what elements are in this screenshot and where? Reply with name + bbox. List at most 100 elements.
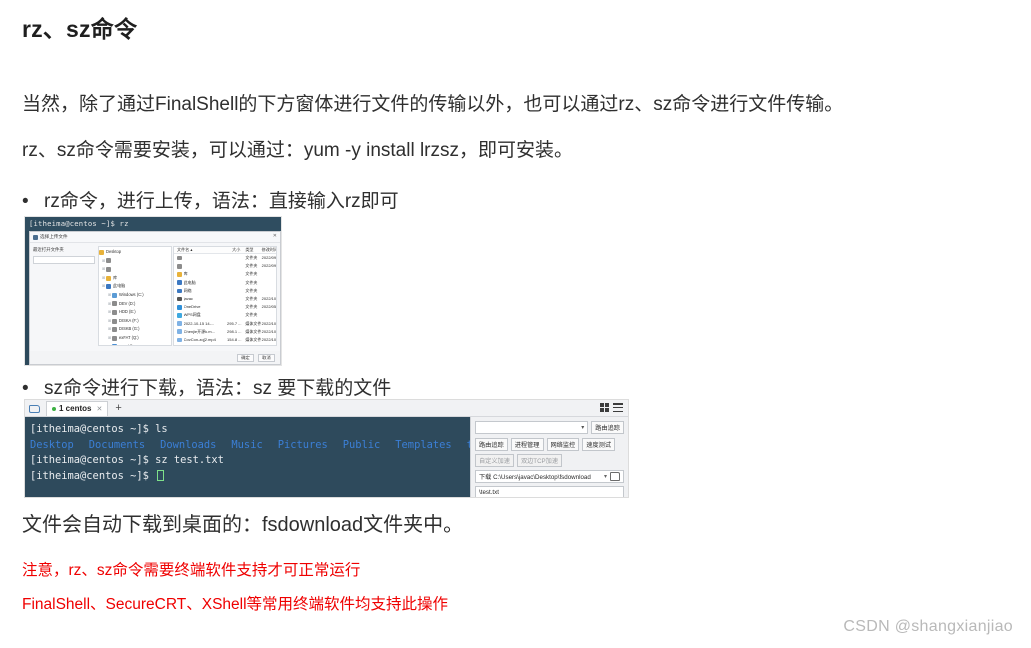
cancel-button[interactable]: 取消 xyxy=(258,353,275,362)
tab-centos[interactable]: 1 centos ✕ xyxy=(46,400,109,416)
table-row[interactable]: 文件夹2022/09/2 xyxy=(174,254,276,262)
directory-entry: te xyxy=(467,439,470,451)
tree-item[interactable]: ⊞ Windows (C:) xyxy=(99,291,171,300)
tree-item[interactable]: ⊞ 库 xyxy=(99,274,171,283)
tree-item-label: 3D 对象 xyxy=(119,343,134,345)
table-row[interactable]: CovCon-zq[2.mp4 154.8 ...媒体文件...2022/10/1 xyxy=(174,336,276,344)
tree-item-label: HDD (E:) xyxy=(119,309,136,315)
route-add-button[interactable]: 路由追踪 xyxy=(591,421,624,434)
window-icon xyxy=(33,234,38,240)
terminal-output[interactable]: [itheima@centos ~]$ ls Desktop Documents D… xyxy=(25,417,470,497)
cell-type: 文件夹 xyxy=(245,279,258,285)
file-icon xyxy=(177,304,182,310)
directory-entry: Pictures xyxy=(277,438,328,451)
bullet-marker-icon: • xyxy=(22,191,29,212)
cell-type: 文件夹 xyxy=(245,263,258,269)
tree-item-label: 库 xyxy=(113,274,118,280)
tree-item[interactable]: ⊞ exFAT (Q:) xyxy=(99,334,171,343)
table-row[interactable]: 2022-10-15 14-... 295.7 ...媒体文件...2022/10… xyxy=(174,320,276,328)
tree-item[interactable]: ⊞ HDD (E:) xyxy=(99,308,171,317)
file-name-label: javac xyxy=(183,295,193,301)
cell-date: 2022/09/2 xyxy=(261,255,276,260)
file-name-label: 此电脑 xyxy=(183,279,196,285)
cell-name: javac xyxy=(174,295,227,303)
file-icon xyxy=(177,321,182,326)
file-icon xyxy=(177,337,182,343)
cell-type: 媒体文件... xyxy=(245,328,260,334)
terminal-cursor xyxy=(157,469,165,481)
route-combo[interactable]: ▾ xyxy=(475,421,589,434)
cell-name: OneDrive xyxy=(174,303,227,311)
sidebar-button-row-1: 路由追踪 进程管理 网络监控 速度测试 xyxy=(475,438,624,451)
file-icon xyxy=(177,255,182,261)
sidebar-button[interactable]: 速度测试 xyxy=(582,438,615,451)
cell-type: 文件夹 xyxy=(245,271,258,277)
table-row[interactable]: 文件夹2022/09/2 xyxy=(174,262,276,270)
tab-label: 1 centos xyxy=(59,404,92,413)
column-header-size[interactable]: 大小 xyxy=(227,247,243,253)
cell-name: 此电脑 xyxy=(174,279,227,287)
tree-item[interactable]: ⊞ DEV (D:) xyxy=(99,300,171,309)
table-row[interactable]: WPS办公软件.lnk 1.8 KB 2022/05/1 xyxy=(174,344,276,345)
download-path-row[interactable]: 下载 C:\Users\javac\Desktop\fsdownload ▾ xyxy=(475,470,624,483)
folder-tree[interactable]: Desktop ⊞ ⊞ ⊞ 库 ⊞ 此电脑 ⊞ Windows (C:) ⊞ DEV (D:) ⊞ H… xyxy=(98,246,172,346)
file-list-panel: 文件名 ▴ 大小 类型 修改时间 文件夹2022/09/2文件夹2022/09/… xyxy=(173,246,277,346)
cell-size: 154.8 ... xyxy=(227,336,242,342)
tree-root-item[interactable]: Desktop xyxy=(99,248,171,257)
note-line-1: 注意，rz、sz命令需要终端软件支持才可正常运行 xyxy=(22,562,361,579)
file-name-label: OneDrive xyxy=(183,304,201,310)
screenshot-finalshell-terminal: 1 centos ✕ + [itheima@centos ~]$ ls Desk… xyxy=(24,399,629,498)
table-row[interactable]: Chenjie开源k.m... 298.1 ...媒体文件...2022/10/1 xyxy=(174,328,276,336)
sidebar-button[interactable]: 自定义加速 xyxy=(475,454,514,467)
table-row[interactable]: 此电脑 文件夹 xyxy=(174,279,276,287)
tree-item[interactable]: ⊞ xyxy=(99,257,171,266)
chevron-down-icon[interactable]: ▾ xyxy=(604,473,607,480)
cell-date: 2022/10/1 xyxy=(261,320,276,326)
folder-icon xyxy=(112,327,117,333)
cell-date: 2022/09/2 xyxy=(261,263,276,269)
ok-button[interactable]: 确定 xyxy=(237,353,254,362)
close-icon[interactable]: ✕ xyxy=(96,405,102,413)
column-header-type[interactable]: 类型 xyxy=(243,247,260,253)
view-toggle-group xyxy=(600,403,623,412)
file-rows: 文件夹2022/09/2文件夹2022/09/2库文件夹此电脑文件夹网络文件夹j… xyxy=(174,254,276,345)
folder-icon[interactable] xyxy=(610,472,620,481)
file-name-label: WPS办公软件.lnk xyxy=(184,344,215,345)
chevron-down-icon: ▾ xyxy=(581,425,585,431)
cell-type: 文件夹 xyxy=(245,287,258,293)
tree-item[interactable]: ⊞ DISKB (G:) xyxy=(99,325,171,334)
page-title: rz、sz命令 xyxy=(22,16,138,42)
tree-item[interactable]: ⊞ xyxy=(99,265,171,274)
dialog-body: 最近打开文件夹 Desktop ⊞ ⊞ ⊞ 库 ⊞ 此电脑 ⊞ Windows (C:) ⊞ DE… xyxy=(30,243,280,351)
cell-name: Chenjie开源k.m... xyxy=(174,328,227,336)
recent-folders-input[interactable] xyxy=(33,256,95,264)
tree-item[interactable]: ⊞ 此电脑 xyxy=(99,282,171,291)
list-view-icon[interactable] xyxy=(613,403,623,412)
cell-type: 文件夹 xyxy=(245,295,258,301)
sidebar-button[interactable]: 网络监控 xyxy=(546,438,580,451)
close-icon[interactable]: ✕ xyxy=(273,234,277,239)
table-row[interactable]: 库 文件夹 xyxy=(174,270,276,278)
table-row[interactable]: javac 文件夹2022/10/1 xyxy=(174,295,276,303)
file-icon xyxy=(177,313,182,318)
file-name-label: 2022-10-15 14-... xyxy=(183,320,215,326)
column-header-name[interactable]: 文件名 ▴ xyxy=(174,247,227,253)
file-name-label: CovCon-zq[2.mp4 xyxy=(183,336,216,342)
folder-icon xyxy=(112,335,117,341)
cell-type: 媒体文件... xyxy=(245,320,260,326)
tree-item[interactable]: ⊞3D 对象 xyxy=(99,343,171,345)
new-tab-button[interactable]: + xyxy=(115,402,121,414)
column-header-date[interactable]: 修改时间 xyxy=(261,247,276,253)
folder-icon[interactable] xyxy=(29,403,41,413)
grid-view-icon[interactable] xyxy=(600,403,609,412)
file-icon xyxy=(177,272,182,277)
folder-icon xyxy=(112,309,117,315)
sidebar-button[interactable]: 进程管理 xyxy=(510,438,544,451)
table-row[interactable]: WPS网盘 文件夹 xyxy=(174,311,276,319)
tree-item[interactable]: ⊞ DISKA (F:) xyxy=(99,317,171,326)
terminal-sidebar: ▾ 路由追踪 路由追踪 进程管理 网络监控 速度测试 自定义加速 双边TCP加速 下载 … xyxy=(470,417,628,497)
sidebar-button[interactable]: 路由追踪 xyxy=(475,438,508,451)
table-row[interactable]: OneDrive 文件夹2022/05/2 xyxy=(174,303,276,311)
sidebar-button[interactable]: 双边TCP加速 xyxy=(516,454,563,467)
table-row[interactable]: 网络 文件夹 xyxy=(174,287,276,295)
